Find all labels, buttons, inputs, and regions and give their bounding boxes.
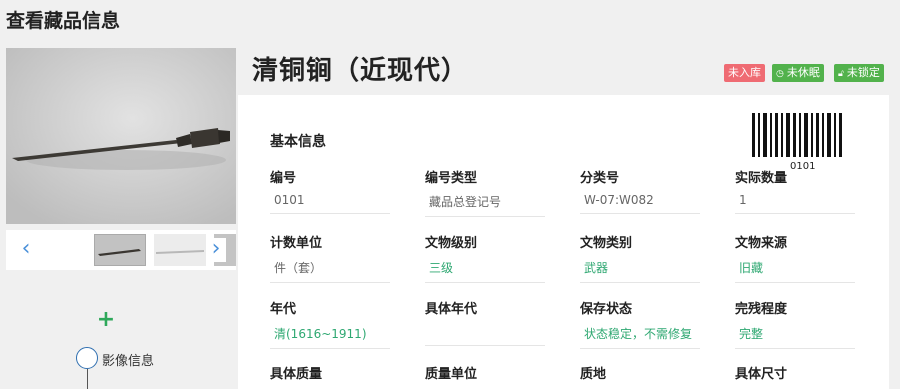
thumbnail-image (154, 234, 206, 266)
badge-label: 未休眠 (786, 66, 820, 79)
field-label-dimensions: 具体尺寸 (735, 367, 788, 382)
timeline-node-icon (76, 347, 98, 369)
field-label-id: 编号 (270, 171, 297, 186)
section-title: 基本信息 (270, 134, 326, 150)
field-label-grade: 文物级别 (425, 236, 478, 251)
field-value-category: 武器 (580, 259, 700, 283)
field-label-era: 年代 (270, 302, 297, 317)
thumbnail-image (95, 235, 145, 265)
field-label-completeness: 完残程度 (735, 302, 788, 317)
barcode-number: 0101 (790, 161, 816, 172)
badge-label: 未入库 (728, 66, 761, 79)
field-label-source: 文物来源 (735, 236, 788, 251)
media-panel: ‹ › + 影像信息 (0, 48, 238, 389)
field-value-era: 清(1616~1911) (270, 325, 390, 349)
thumbnail-carousel: ‹ › (6, 230, 236, 270)
status-badge-not-stored: 未入库 (724, 64, 765, 82)
field-label-unit: 计数单位 (270, 236, 323, 251)
thumbnail-2[interactable] (154, 234, 206, 266)
chevron-left-icon[interactable]: ‹ (16, 238, 36, 262)
barcode-icon (752, 113, 858, 157)
field-value-unit: 件（套） (270, 259, 390, 283)
field-value-id: 0101 (270, 193, 390, 214)
badge-label: 未锁定 (846, 66, 880, 79)
field-value-quantity: 1 (735, 193, 855, 214)
clock-icon: ◷ (776, 69, 784, 79)
field-value-grade: 三级 (425, 259, 545, 283)
field-value-specific-era (425, 325, 545, 346)
field-label-category: 文物类别 (580, 236, 633, 251)
field-value-classification: W-07:W082 (580, 193, 700, 214)
add-media-button[interactable]: + (96, 309, 116, 331)
field-label-classification: 分类号 (580, 171, 620, 186)
basic-info-card: 基本信息 0101 编号 0101 编号类型 藏品总登记号 分类号 W-07:W… (238, 95, 889, 389)
status-badge-not-dormant: ◷ 未休眠 (772, 64, 824, 82)
page-title: 查看藏品信息 (6, 10, 121, 32)
status-badge-not-locked: 🔓︎ 未锁定 (834, 64, 884, 82)
field-label-specific-era: 具体年代 (425, 302, 478, 317)
field-value-id-type: 藏品总登记号 (425, 193, 545, 217)
artifact-photo-image (6, 48, 236, 224)
field-label-mass: 具体质量 (270, 367, 323, 382)
field-label-mass-unit: 质量单位 (425, 367, 478, 382)
field-label-preservation: 保存状态 (580, 302, 633, 317)
field-label-material: 质地 (580, 367, 607, 382)
field-value-preservation: 状态稳定，不需修复 (580, 325, 700, 349)
field-label-id-type: 编号类型 (425, 171, 478, 186)
field-value-source: 旧藏 (735, 259, 855, 283)
timeline-label-media[interactable]: 影像信息 (102, 350, 154, 369)
thumbnail-1[interactable] (94, 234, 146, 266)
item-title: 清铜锏（近现代） (252, 56, 469, 86)
chevron-right-icon[interactable]: › (206, 238, 226, 262)
field-value-completeness: 完整 (735, 325, 855, 349)
field-label-quantity: 实际数量 (735, 171, 788, 186)
timeline-line (87, 369, 88, 389)
artifact-photo[interactable] (6, 48, 236, 224)
lock-icon: 🔓︎ (838, 69, 844, 79)
